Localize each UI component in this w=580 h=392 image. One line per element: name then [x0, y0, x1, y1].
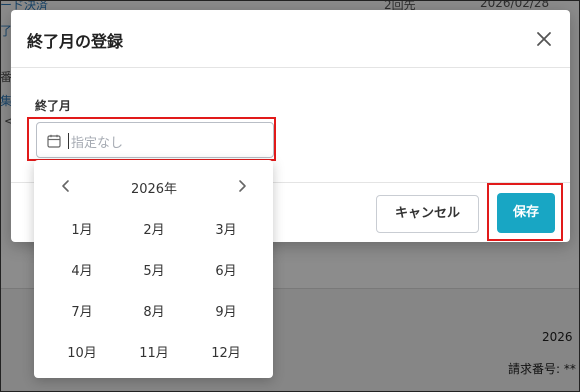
modal-header: 終了月の登録 [11, 10, 570, 68]
prev-year-button[interactable] [56, 176, 76, 196]
month-cell-4[interactable]: 4月 [46, 249, 118, 290]
chevron-right-icon [239, 180, 246, 192]
month-cell-6[interactable]: 6月 [190, 249, 262, 290]
month-cell-3[interactable]: 3月 [190, 208, 262, 249]
end-month-input[interactable]: 指定なし [36, 122, 274, 158]
cancel-button[interactable]: キャンセル [376, 195, 479, 233]
end-month-placeholder: 指定なし [71, 136, 124, 151]
month-cell-11[interactable]: 11月 [118, 331, 190, 372]
month-grid: 1月 2月 3月 4月 5月 6月 7月 8月 9月 10月 11月 12月 [46, 208, 262, 372]
end-month-label: 終了月 [35, 99, 72, 113]
month-cell-1[interactable]: 1月 [46, 208, 118, 249]
save-button[interactable]: 保存 [497, 193, 555, 233]
month-cell-9[interactable]: 9月 [190, 290, 262, 331]
calendar-icon [47, 134, 61, 148]
picker-year[interactable]: 2026年 [104, 178, 204, 197]
month-cell-5[interactable]: 5月 [118, 249, 190, 290]
month-picker: 2026年 1月 2月 3月 4月 5月 6月 7月 8月 9月 10月 11月… [34, 160, 273, 378]
month-cell-7[interactable]: 7月 [46, 290, 118, 331]
modal-title: 終了月の登録 [27, 32, 124, 51]
text-caret [68, 133, 69, 149]
next-year-button[interactable] [232, 176, 252, 196]
month-cell-12[interactable]: 12月 [190, 331, 262, 372]
month-cell-8[interactable]: 8月 [118, 290, 190, 331]
month-cell-2[interactable]: 2月 [118, 208, 190, 249]
chevron-left-icon [62, 180, 69, 192]
close-button[interactable] [533, 28, 555, 50]
month-cell-10[interactable]: 10月 [46, 331, 118, 372]
close-icon [537, 32, 551, 46]
